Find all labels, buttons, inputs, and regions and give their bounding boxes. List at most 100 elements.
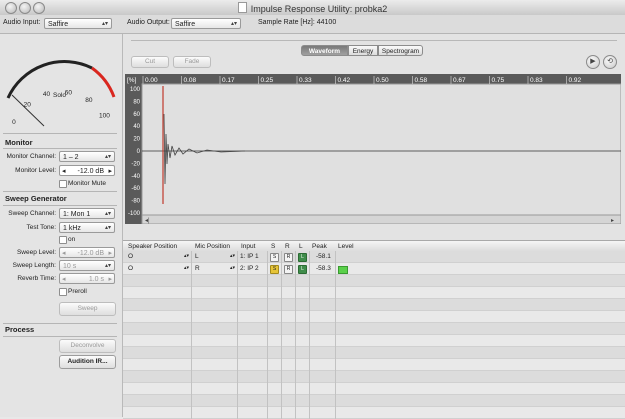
- table-row[interactable]: [123, 323, 625, 335]
- time-tick-label: 0.75: [492, 77, 505, 84]
- table-row[interactable]: O ▴▾ R ▴▾ 2: IP 2 S R L -58.3: [123, 263, 625, 275]
- monitor-channel-label: Monitor Channel:: [6, 153, 57, 160]
- chevron-updown-icon: ▴▾: [230, 21, 237, 27]
- play-icon[interactable]: ▶: [586, 55, 600, 69]
- column-lock[interactable]: L: [299, 243, 303, 250]
- column-mic-position[interactable]: Mic Position: [195, 243, 230, 250]
- stepper-icon[interactable]: ▸: [108, 166, 112, 177]
- stepper-icon[interactable]: ◂: [62, 248, 66, 259]
- time-tick-label: 0.50: [376, 77, 389, 84]
- waveform-display[interactable]: [%] 0.00 0.08 0.17 0.25 0.33 0.42 0.50 0.58 0.67 0…: [125, 74, 621, 224]
- table-body: O ▴▾ L ▴▾ 1: IP 1 S R L -58.1 O ▴▾ R ▴▾ 2: IP 2 S R L -58…: [123, 251, 625, 419]
- column-divider: [295, 323, 296, 335]
- table-row[interactable]: [123, 311, 625, 323]
- column-input[interactable]: Input: [241, 243, 255, 250]
- lock-button[interactable]: L: [298, 253, 307, 262]
- column-divider: [309, 347, 310, 359]
- sweep-length-select[interactable]: 10 s ▴▾: [59, 260, 115, 271]
- table-row[interactable]: [123, 383, 625, 395]
- column-divider: [267, 347, 268, 359]
- sweep-channel-value: 1: Mon 1: [63, 211, 91, 218]
- table-row[interactable]: [123, 275, 625, 287]
- audio-input-select[interactable]: Saffire ▴▾: [44, 18, 112, 29]
- column-divider: [281, 359, 282, 371]
- column-divider: [191, 359, 192, 371]
- column-divider: [191, 323, 192, 335]
- column-divider: [295, 383, 296, 395]
- tab-energy[interactable]: Energy: [348, 45, 378, 56]
- record-button[interactable]: R: [284, 253, 293, 262]
- column-divider: [309, 263, 310, 275]
- monitor-mute-checkbox[interactable]: [59, 180, 67, 188]
- time-tick-label: 0.92: [569, 77, 582, 84]
- meter-label: Solo: [53, 92, 67, 99]
- toolbar-divider: [131, 40, 617, 41]
- svg-text:◂|: ◂|: [145, 218, 150, 224]
- column-divider: [237, 347, 238, 359]
- sweep-level-field[interactable]: ◂ -12.0 dB ▸: [59, 247, 115, 258]
- loop-icon[interactable]: ⟲: [603, 55, 617, 69]
- stepper-icon[interactable]: ▸: [108, 248, 112, 259]
- column-divider: [281, 311, 282, 323]
- test-tone-on-checkbox[interactable]: [59, 236, 67, 244]
- table-row[interactable]: O ▴▾ L ▴▾ 1: IP 1 S R L -58.1: [123, 251, 625, 263]
- time-tick-label: 0.08: [184, 77, 197, 84]
- column-divider: [237, 299, 238, 311]
- document-icon: [237, 2, 247, 13]
- preroll-label: Preroll: [68, 288, 87, 295]
- reverb-time-value: 1.0 s: [88, 276, 104, 283]
- sweep-button[interactable]: Sweep: [59, 302, 116, 316]
- record-button[interactable]: R: [284, 265, 293, 274]
- column-divider: [267, 275, 268, 287]
- column-level[interactable]: Level: [338, 243, 354, 250]
- column-divider: [309, 299, 310, 311]
- tab-waveform[interactable]: Waveform: [301, 45, 348, 56]
- solo-button[interactable]: S: [270, 253, 279, 262]
- stepper-icon[interactable]: ◂: [62, 274, 66, 285]
- column-divider: [335, 251, 336, 263]
- table-row[interactable]: [123, 371, 625, 383]
- column-divider: [295, 263, 296, 275]
- stepper-icon[interactable]: ◂: [62, 166, 66, 177]
- column-divider: [335, 263, 336, 275]
- monitor-channel-select[interactable]: 1 – 2 ▴▾: [59, 151, 115, 162]
- cut-button[interactable]: Cut: [131, 56, 169, 68]
- column-record[interactable]: R: [285, 243, 290, 250]
- divider: [3, 191, 117, 192]
- column-peak[interactable]: Peak: [312, 243, 327, 250]
- column-divider: [237, 251, 238, 263]
- preroll-checkbox[interactable]: [59, 288, 67, 296]
- stepper-icon[interactable]: ▸: [108, 274, 112, 285]
- tab-spectrogram[interactable]: Spectrogram: [378, 45, 423, 56]
- audition-ir-button[interactable]: Audition IR...: [59, 355, 116, 369]
- column-solo[interactable]: S: [271, 243, 275, 250]
- chevron-updown-icon: ▴▾: [104, 154, 111, 160]
- monitor-mute-label: Monitor Mute: [68, 180, 106, 187]
- column-divider: [295, 251, 296, 263]
- reverb-time-field[interactable]: ◂ 1.0 s ▸: [59, 273, 115, 284]
- chevron-updown-icon: ▴▾: [184, 253, 190, 259]
- test-tone-select[interactable]: 1 kHz ▴▾: [59, 222, 115, 233]
- column-divider: [335, 323, 336, 335]
- reverb-time-label: Reverb Time:: [17, 275, 56, 282]
- lock-button[interactable]: L: [298, 265, 307, 274]
- column-speaker-position[interactable]: Speaker Position: [128, 243, 177, 250]
- column-divider: [237, 371, 238, 383]
- monitor-level-field[interactable]: ◂ -12.0 dB ▸: [59, 165, 115, 176]
- table-row[interactable]: [123, 299, 625, 311]
- table-row[interactable]: [123, 347, 625, 359]
- sweep-channel-select[interactable]: 1: Mon 1 ▴▾: [59, 208, 115, 219]
- column-divider: [267, 395, 268, 407]
- time-tick-label: 0.25: [261, 77, 274, 84]
- audio-output-select[interactable]: Saffire ▴▾: [171, 18, 241, 29]
- fade-button[interactable]: Fade: [173, 56, 211, 68]
- solo-button[interactable]: S: [270, 265, 279, 274]
- table-row[interactable]: [123, 287, 625, 299]
- table-row[interactable]: [123, 359, 625, 371]
- table-row[interactable]: [123, 395, 625, 407]
- process-section-title: Process: [5, 325, 35, 334]
- column-divider: [335, 275, 336, 287]
- deconvolve-button[interactable]: Deconvolve: [59, 339, 116, 353]
- table-row[interactable]: [123, 335, 625, 347]
- table-row[interactable]: [123, 407, 625, 419]
